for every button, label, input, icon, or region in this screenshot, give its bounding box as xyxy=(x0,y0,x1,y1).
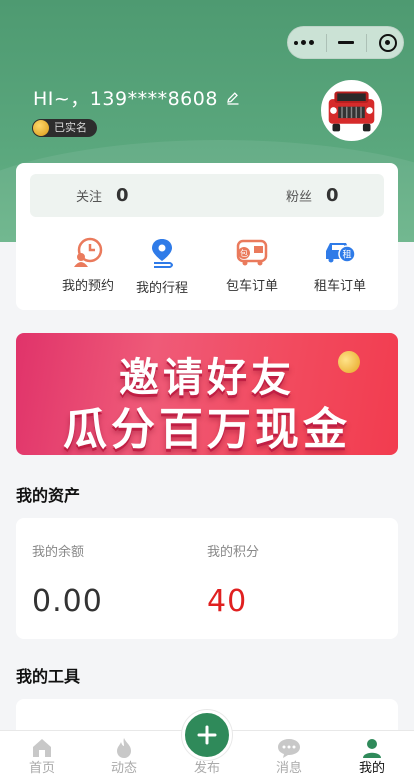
balance-label: 我的余额 xyxy=(32,545,85,560)
verified-label: 已实名 xyxy=(54,121,87,134)
balance-value: 0.00 xyxy=(32,584,103,619)
medal-icon xyxy=(33,120,49,136)
flame-icon xyxy=(117,738,131,758)
verified-badge: 已实名 xyxy=(32,119,97,137)
quick-action-label: 我的行程 xyxy=(135,281,188,296)
edit-icon[interactable] xyxy=(226,91,240,105)
assets-section-title: 我的资产 xyxy=(16,486,81,505)
following-label: 关注 xyxy=(76,190,103,205)
svg-text:租: 租 xyxy=(342,250,351,261)
home-icon xyxy=(33,739,51,757)
more-menu-icon[interactable] xyxy=(293,40,314,45)
tab-label: 动态 xyxy=(110,761,137,776)
points-label: 我的积分 xyxy=(207,545,260,560)
tab-mine[interactable]: 我的 xyxy=(342,731,402,780)
plus-icon xyxy=(197,725,217,745)
fans-label: 粉丝 xyxy=(286,190,313,205)
balance-item[interactable]: 我的余额 0.00 xyxy=(32,541,103,619)
greeting-text: HI~，139****8608 xyxy=(33,88,218,110)
profile-summary-card: 关注 0 粉丝 0 我的预约 我的行程 包 包车订单 租 租车订单 xyxy=(16,163,398,310)
charter-bus-icon: 包 xyxy=(236,239,268,266)
mini-program-capsule xyxy=(287,26,404,59)
banner-subheadline: 瓜分百万现金 xyxy=(63,404,351,455)
tab-moments[interactable]: 动态 xyxy=(94,731,154,780)
tab-label: 我的 xyxy=(358,761,385,776)
svg-text:包: 包 xyxy=(240,248,248,258)
points-item[interactable]: 我的积分 40 xyxy=(207,541,259,619)
appointment-clock-icon xyxy=(74,237,103,267)
fans-count: 0 xyxy=(326,185,339,206)
rental-car-icon: 租 xyxy=(326,243,356,263)
following-stat[interactable]: 关注 0 xyxy=(76,174,129,217)
tab-home[interactable]: 首页 xyxy=(12,731,72,780)
follow-bar: 关注 0 粉丝 0 xyxy=(30,174,384,217)
location-route-icon xyxy=(152,239,173,268)
points-value: 40 xyxy=(207,584,248,619)
quick-action-label: 租车订单 xyxy=(313,279,366,294)
user-greeting: HI~，139****8608 xyxy=(33,84,240,111)
publish-label: 发布 xyxy=(193,761,220,776)
following-count: 0 xyxy=(116,185,129,206)
tab-messages[interactable]: 消息 xyxy=(259,731,319,780)
quick-action-charter[interactable]: 包 包车订单 xyxy=(207,237,297,294)
tools-section-title: 我的工具 xyxy=(16,667,81,686)
avatar[interactable] xyxy=(321,80,382,141)
quick-action-rental[interactable]: 租 租车订单 xyxy=(295,237,385,294)
close-target-icon[interactable] xyxy=(379,33,398,52)
invite-friends-banner[interactable]: 邀请好友 瓜分百万现金 xyxy=(16,333,398,455)
assets-card: 我的余额 0.00 我的积分 40 xyxy=(16,518,398,639)
person-icon xyxy=(363,739,381,758)
chat-bubble-icon xyxy=(278,739,300,758)
red-jeep-avatar-icon xyxy=(328,91,375,132)
quick-action-label: 包车订单 xyxy=(225,279,278,294)
fans-stat[interactable]: 粉丝 0 xyxy=(286,174,339,217)
publish-button[interactable] xyxy=(182,710,232,760)
tab-label: 消息 xyxy=(275,761,302,776)
quick-action-trip[interactable]: 我的行程 xyxy=(117,237,207,296)
tab-label: 首页 xyxy=(28,761,55,776)
minimize-icon[interactable] xyxy=(338,41,355,44)
